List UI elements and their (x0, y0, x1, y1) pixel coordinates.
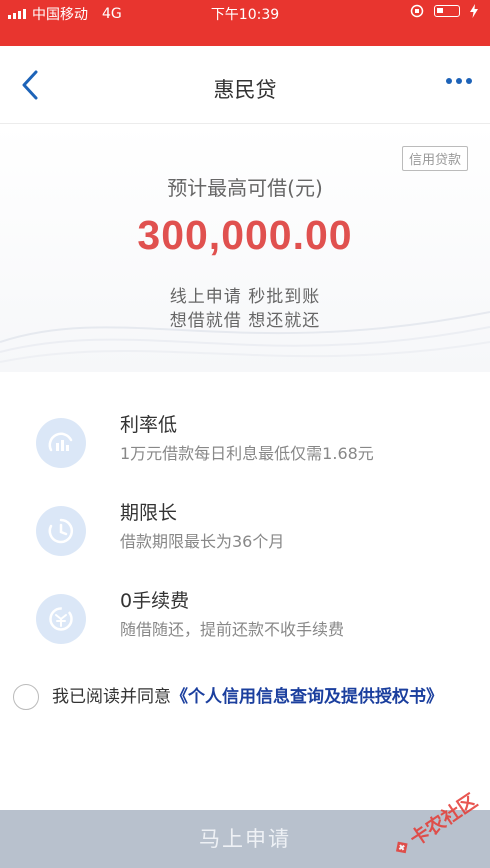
feature-title: 利率低 (120, 414, 178, 436)
agreement-link[interactable]: 《个人信用信息查询及提供授权书》 (171, 687, 443, 707)
rate-chart-icon (36, 418, 86, 468)
more-dot-icon (466, 78, 472, 84)
charging-icon (470, 4, 478, 18)
credit-loan-tag: 信用贷款 (401, 146, 468, 171)
more-dot-icon (456, 78, 462, 84)
feature-desc: 借款期限最长为36个月 (120, 532, 285, 551)
agreement-prefix: 我已阅读并同意 (52, 687, 171, 707)
status-right (410, 4, 478, 18)
page-title: 惠民贷 (213, 78, 277, 102)
hero-slogan-line-2: 想借就借 想还就还 (169, 311, 321, 331)
feature-low-rate: 利率低 1万元借款每日利息最低仅需1.68元 (0, 410, 490, 480)
nav-bar: 惠民贷 (0, 46, 490, 124)
more-button[interactable] (446, 78, 472, 84)
battery-icon (434, 5, 460, 17)
feature-desc: 1万元借款每日利息最低仅需1.68元 (120, 444, 374, 463)
clock-icon (36, 506, 86, 556)
hero-slogan-line-1: 线上申请 秒批到账 (169, 287, 321, 307)
feature-zero-fee: 0手续费 随借随还，提前还款不收手续费 (0, 586, 490, 656)
status-bar: 中国移动 4G 下午10:39 (0, 0, 490, 46)
loan-hero: 信用贷款 预计最高可借(元) 300,000.00 线上申请 秒批到账 想借就借… (0, 124, 490, 372)
max-amount-label: 预计最高可借(元) (167, 176, 323, 200)
feature-desc: 随借随还，提前还款不收手续费 (120, 620, 345, 639)
feature-long-term: 期限长 借款期限最长为36个月 (0, 498, 490, 568)
agreement-checkbox[interactable] (13, 684, 39, 710)
more-dot-icon (446, 78, 452, 84)
agreement-text: 我已阅读并同意《个人信用信息查询及提供授权书》 (52, 682, 452, 712)
orientation-lock-icon (410, 4, 424, 18)
coin-icon (36, 594, 86, 644)
max-amount-value: 300,000.00 (137, 212, 353, 258)
feature-title: 期限长 (120, 502, 178, 524)
feature-title: 0手续费 (120, 590, 190, 612)
